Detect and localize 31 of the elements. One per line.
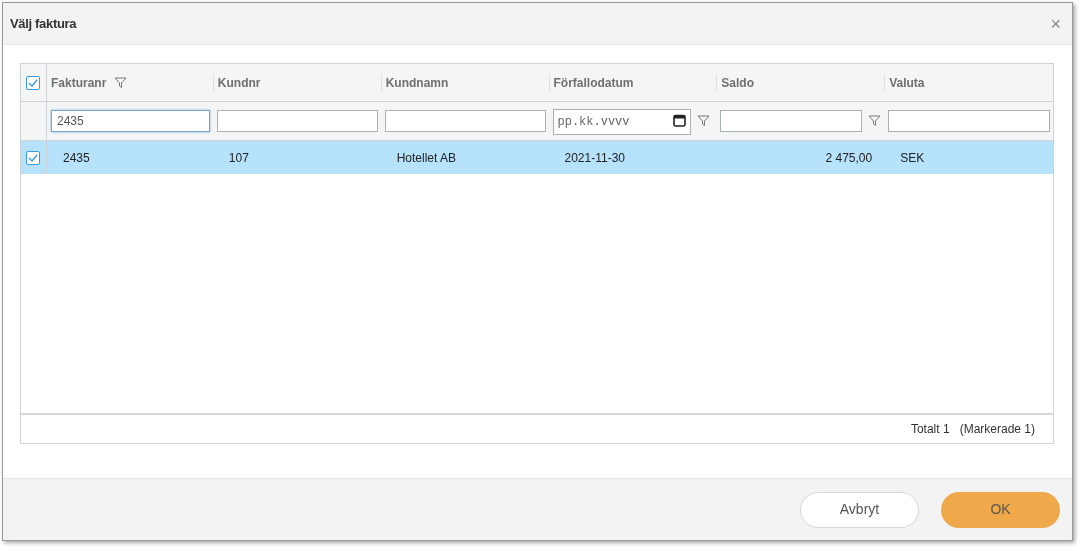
filter-field[interactable] bbox=[888, 110, 1051, 132]
ok-button[interactable]: OK bbox=[941, 491, 1060, 528]
dialog-title: Välj faktura bbox=[10, 14, 77, 33]
filter-field[interactable] bbox=[720, 110, 863, 132]
column-header[interactable]: Förfallodatum bbox=[553, 73, 634, 92]
table-cell-text: 2021-11-30 bbox=[564, 149, 625, 167]
column-header[interactable]: Saldo bbox=[721, 73, 754, 92]
filter-icon[interactable] bbox=[114, 76, 128, 89]
column-header[interactable]: Kundnr bbox=[217, 73, 261, 92]
table-cell-text: 107 bbox=[228, 149, 249, 167]
table-cell-text: Hotellet AB bbox=[396, 149, 457, 167]
table-cell-text: SEK bbox=[900, 149, 925, 167]
cancel-button[interactable]: Avbryt bbox=[800, 491, 919, 528]
filter-icon[interactable] bbox=[696, 115, 710, 127]
checkbox[interactable] bbox=[26, 75, 41, 90]
column-header[interactable]: Valuta bbox=[889, 73, 925, 92]
filter-field[interactable] bbox=[216, 110, 378, 132]
date-field[interactable]: pp.kk.vvvv bbox=[552, 109, 691, 135]
checkbox[interactable] bbox=[26, 150, 41, 165]
marked-count: (Markerade 1) bbox=[959, 421, 1035, 438]
filter-field[interactable]: 2435 bbox=[50, 110, 210, 132]
close-button[interactable]: × bbox=[1050, 14, 1065, 33]
column-header[interactable]: Fakturanr bbox=[50, 73, 107, 92]
table-cell-text: 2435 bbox=[62, 149, 90, 167]
table-cell-text: 2 475,00 bbox=[825, 149, 873, 167]
table-row[interactable]: 2435 107 Hotellet AB 2021-11-30 2 475,00 SEK bbox=[21, 141, 1053, 174]
total-count: Totalt 1 bbox=[910, 421, 950, 438]
calendar-icon[interactable] bbox=[672, 114, 686, 127]
column-header[interactable]: Kundnamn bbox=[385, 73, 449, 92]
filter-field[interactable] bbox=[384, 110, 546, 132]
filter-icon[interactable] bbox=[868, 115, 882, 127]
